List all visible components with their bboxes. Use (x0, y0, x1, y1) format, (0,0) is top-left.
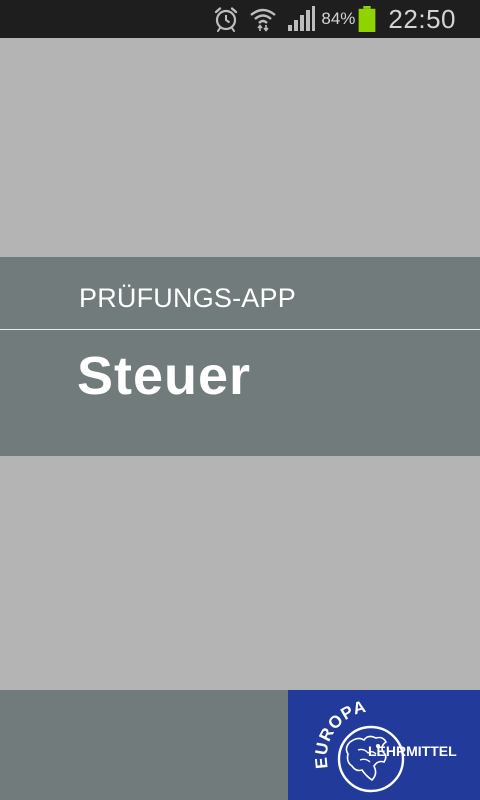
signal-icon (287, 6, 316, 32)
battery-icon (358, 6, 376, 32)
wifi-icon (249, 6, 277, 32)
app-label: PRÜFUNGS-APP (79, 283, 296, 313)
logo-text-lehrmittel: LEHRMITTEL (368, 743, 457, 759)
status-clock: 22:50 (388, 3, 456, 34)
globe-icon (337, 725, 405, 793)
alarm-icon (213, 6, 239, 32)
app-title: Steuer (77, 346, 252, 406)
battery-percentage: 84% (321, 9, 356, 28)
footer-bar (0, 690, 288, 800)
status-bar: 84% 22:50 (0, 0, 480, 38)
divider (0, 329, 480, 330)
title-band: PRÜFUNGS-APP Steuer (0, 257, 480, 456)
publisher-logo: EUROPA LEHRMITTEL (288, 690, 480, 800)
splash-screen: 84% 22:50 PRÜFUNGS-APP Steuer EUROPA LEH… (0, 0, 480, 800)
